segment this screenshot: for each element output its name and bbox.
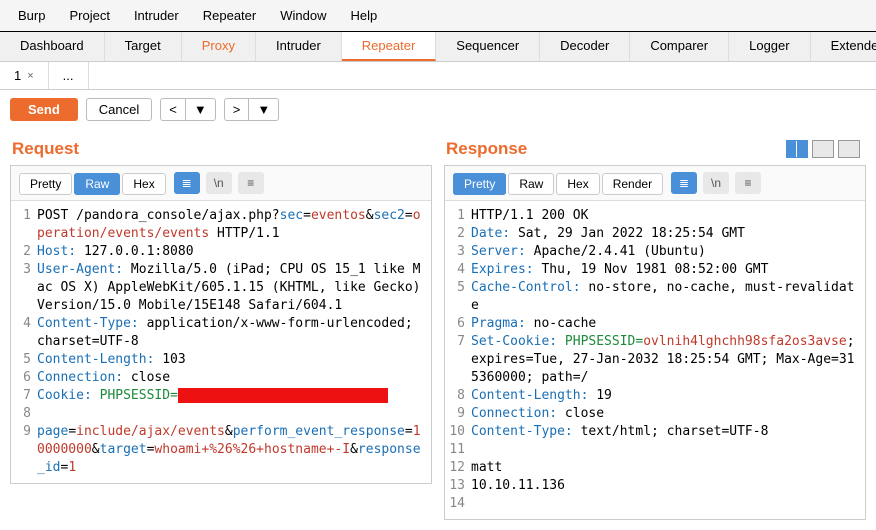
cancel-button[interactable]: Cancel — [86, 98, 152, 121]
response-body[interactable]: 1HTTP/1.1 200 OK 2Date: Sat, 29 Jan 2022… — [445, 201, 865, 519]
history-fwd-group: > ▼ — [224, 98, 279, 121]
mode-pretty[interactable]: Pretty — [453, 173, 506, 195]
mode-pretty[interactable]: Pretty — [19, 173, 72, 195]
newline-icon[interactable]: \n — [703, 172, 729, 194]
layout-single-icon[interactable] — [838, 140, 860, 158]
newline-icon[interactable]: \n — [206, 172, 232, 194]
response-pane: PrettyRawHexRender ≣ \n ≡ 1HTTP/1.1 200 … — [444, 165, 866, 520]
menu-project[interactable]: Project — [59, 4, 119, 27]
tab-proxy[interactable]: Proxy — [182, 32, 256, 61]
tab-comparer[interactable]: Comparer — [630, 32, 729, 61]
tab-intruder[interactable]: Intruder — [256, 32, 342, 61]
history-back-dropdown[interactable]: ▼ — [185, 98, 216, 121]
wrap-icon[interactable]: ≣ — [174, 172, 200, 194]
menu-intruder[interactable]: Intruder — [124, 4, 189, 27]
tab-repeater[interactable]: Repeater — [342, 32, 436, 61]
send-button[interactable]: Send — [10, 98, 78, 121]
layout-switcher — [786, 136, 866, 158]
tab-sequencer[interactable]: Sequencer — [436, 32, 540, 61]
response-title: Response — [444, 129, 527, 165]
menu-burp[interactable]: Burp — [8, 4, 55, 27]
history-fwd-button[interactable]: > — [224, 98, 249, 121]
repeater-toolbar: Send Cancel < ▼ > ▼ — [0, 90, 876, 129]
history-fwd-dropdown[interactable]: ▼ — [248, 98, 279, 121]
wrap-icon[interactable]: ≣ — [671, 172, 697, 194]
mode-hex[interactable]: Hex — [556, 173, 599, 195]
request-body[interactable]: 1POST /pandora_console/ajax.php?sec=even… — [11, 201, 431, 483]
tab-dashboard[interactable]: Dashboard — [0, 32, 105, 61]
menu-bar: BurpProjectIntruderRepeaterWindowHelp — [0, 0, 876, 32]
close-icon[interactable]: × — [27, 70, 33, 82]
history-back-group: < ▼ — [160, 98, 215, 121]
layout-rows-icon[interactable] — [812, 140, 834, 158]
menu-help[interactable]: Help — [340, 4, 387, 27]
mode-render[interactable]: Render — [602, 173, 663, 195]
layout-columns-icon[interactable] — [786, 140, 808, 158]
request-toolbar: PrettyRawHex ≣ \n ≡ — [11, 166, 431, 201]
subtab[interactable]: ... — [49, 62, 89, 89]
redacted-cookie — [178, 388, 388, 403]
hamburger-icon[interactable]: ≡ — [735, 172, 761, 194]
menu-repeater[interactable]: Repeater — [193, 4, 266, 27]
tab-decoder[interactable]: Decoder — [540, 32, 630, 61]
repeater-subtabs: 1×... — [0, 62, 876, 90]
subtab[interactable]: 1× — [0, 62, 49, 89]
mode-hex[interactable]: Hex — [122, 173, 165, 195]
mode-raw[interactable]: Raw — [74, 173, 120, 195]
panes: Request PrettyRawHex ≣ \n ≡ 1POST /pando… — [0, 129, 876, 530]
mode-raw[interactable]: Raw — [508, 173, 554, 195]
menu-window[interactable]: Window — [270, 4, 336, 27]
hamburger-icon[interactable]: ≡ — [238, 172, 264, 194]
main-tabs: DashboardTargetProxyIntruderRepeaterSequ… — [0, 32, 876, 62]
request-title: Request — [10, 129, 432, 165]
history-back-button[interactable]: < — [160, 98, 185, 121]
response-toolbar: PrettyRawHexRender ≣ \n ≡ — [445, 166, 865, 201]
tab-logger[interactable]: Logger — [729, 32, 810, 61]
tab-target[interactable]: Target — [105, 32, 182, 61]
tab-extender[interactable]: Extender — [811, 32, 876, 61]
request-pane: PrettyRawHex ≣ \n ≡ 1POST /pandora_conso… — [10, 165, 432, 484]
